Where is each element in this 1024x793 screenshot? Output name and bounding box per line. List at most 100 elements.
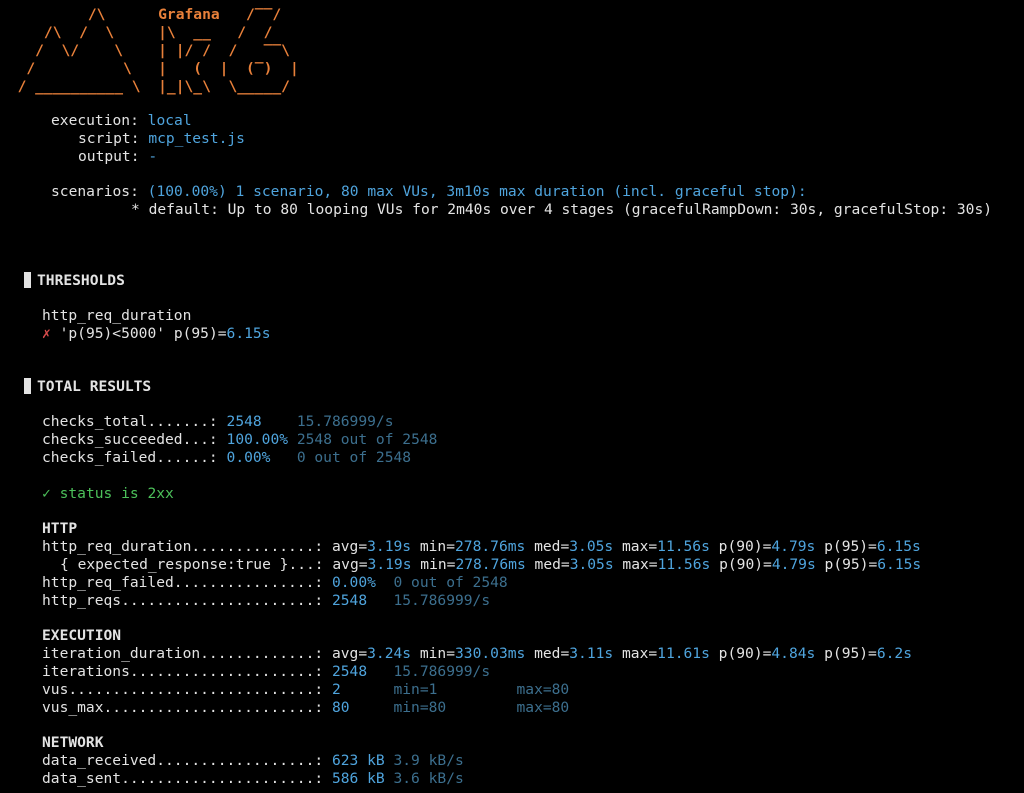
- stat-value: 3.05s: [569, 556, 614, 573]
- script-row: script: mcp_test.js: [78, 130, 245, 148]
- stat-label: min=: [420, 556, 456, 573]
- metric-row-vus-max: vus_max........................: 80 min=…: [42, 699, 569, 717]
- scenarios-value: (100.00%) 1 scenario, 80 max VUs, 3m10s …: [147, 183, 807, 200]
- metric-max: max=80: [516, 681, 570, 698]
- http-heading: HTTP: [42, 520, 78, 537]
- stat-value: 6.15s: [877, 556, 922, 573]
- metric-name: checks_succeeded...:: [42, 431, 218, 448]
- stat-label: med=: [534, 645, 570, 662]
- stat-label: max=: [622, 556, 658, 573]
- metric-value: 0.00%: [226, 449, 271, 466]
- stat-value: 3.19s: [367, 556, 412, 573]
- metric-row-iterations: iterations.....................: 2548 15…: [42, 663, 490, 681]
- metric-row-checks-succeeded: checks_succeeded...: 100.00% 2548 out of…: [42, 431, 437, 449]
- metric-max: max=80: [516, 699, 570, 716]
- stat-value: 3.05s: [569, 538, 614, 555]
- metric-extra: 3.9 kB/s: [393, 752, 464, 769]
- metric-extra: 3.6 kB/s: [393, 770, 464, 787]
- metric-value: 2: [331, 681, 341, 698]
- stat-value: 278.76ms: [455, 556, 526, 573]
- threshold-result-row: ✗ 'p(95)<5000' p(95)=6.15s: [42, 325, 270, 343]
- threshold-metric: http_req_duration: [42, 307, 192, 324]
- metric-min: min=80: [393, 699, 447, 716]
- stat-label: max=: [622, 645, 658, 662]
- stat-label: p(90)=: [718, 645, 772, 662]
- stat-value: 11.56s: [657, 556, 711, 573]
- metric-value: 2548: [331, 663, 368, 680]
- k6-logo-line: /\ / \ |\ __ / /: [0, 24, 273, 41]
- metric-name: { expected_response:true }...:: [60, 556, 324, 573]
- metric-row-http-reqs: http_reqs......................: 2548 15…: [42, 592, 490, 610]
- terminal-window[interactable]: /\ Grafana /‾‾/ /\ / \ |\ __ / / / \/ \ …: [0, 0, 1024, 793]
- stat-label: med=: [534, 556, 570, 573]
- stat-value: 6.2s: [876, 645, 912, 662]
- stat-value: 330.03ms: [455, 645, 526, 662]
- scenarios-row: scenarios: (100.00%) 1 scenario, 80 max …: [51, 183, 807, 201]
- status-check-row: ✓ status is 2xx: [42, 485, 174, 503]
- metric-row-iteration-duration: iteration_duration.............: avg=3.2…: [42, 645, 912, 663]
- metric-row-vus: vus............................: 2 min=1…: [42, 681, 569, 699]
- stat-value: 4.79s: [771, 538, 816, 555]
- section-marker: [24, 378, 31, 394]
- stat-value: 3.11s: [569, 645, 614, 662]
- thresholds-heading: THRESHOLDS: [24, 272, 125, 290]
- stat-value: 3.24s: [367, 645, 412, 662]
- network-heading: NETWORK: [42, 734, 104, 751]
- execution-label: execution:: [51, 112, 139, 129]
- stat-value: 11.56s: [657, 538, 710, 555]
- metric-name: data_received..................:: [42, 752, 324, 769]
- stat-value: 4.84s: [771, 645, 816, 662]
- execution-heading: EXECUTION: [42, 627, 122, 644]
- metric-name: checks_failed......:: [42, 449, 218, 466]
- metric-value: 623 kB: [331, 752, 385, 769]
- output-label: output:: [78, 148, 140, 165]
- metric-value: 2548: [226, 413, 262, 430]
- fail-icon: ✗: [42, 325, 51, 342]
- stat-value: 3.19s: [367, 538, 412, 555]
- metric-name: vus_max........................:: [42, 699, 324, 716]
- k6-logo-line: / \ | ( | (‾) |: [0, 60, 299, 77]
- execution-row: execution: local: [51, 112, 192, 130]
- stat-label: avg=: [331, 645, 368, 662]
- script-value: mcp_test.js: [148, 130, 245, 147]
- stat-label: p(90)=: [719, 556, 772, 573]
- total-results-heading: TOTAL RESULTS: [24, 378, 151, 396]
- stat-label: avg=: [332, 556, 368, 573]
- status-check-label: status is 2xx: [59, 485, 174, 502]
- output-row: output: -: [78, 148, 157, 166]
- stat-label: max=: [622, 538, 658, 555]
- metric-extra: 15.786999/s: [296, 413, 394, 430]
- k6-logo-line: / __________ \ |_|\_\ \_____/: [0, 78, 290, 95]
- metric-value: 0.00%: [331, 574, 376, 591]
- metric-value: 100.00%: [226, 431, 289, 448]
- scenarios-label: scenarios:: [51, 183, 139, 200]
- stat-value: 11.61s: [657, 645, 710, 662]
- stat-value: 6.15s: [876, 538, 921, 555]
- metric-name: data_sent......................:: [42, 770, 324, 787]
- output-value: -: [148, 148, 158, 165]
- metric-extra: 0 out of 2548: [393, 574, 508, 591]
- metric-name: iterations.....................:: [42, 663, 324, 680]
- thresholds-title: THRESHOLDS: [37, 272, 125, 289]
- metric-extra: 15.786999/s: [393, 663, 491, 680]
- k6-logo-line: / \/ \ | |/ / / ‾‾\: [0, 42, 290, 59]
- metric-value: 80: [331, 699, 350, 716]
- execution-value: local: [147, 112, 192, 129]
- threshold-result-label: p(95)=: [173, 325, 227, 342]
- metric-row-expected-response: { expected_response:true }...: avg=3.19s…: [60, 556, 921, 574]
- stat-label: p(95)=: [824, 645, 877, 662]
- metric-value: 586 kB: [331, 770, 385, 787]
- stat-value: 278.76ms: [455, 538, 526, 555]
- threshold-rule: 'p(95)<5000': [59, 325, 166, 342]
- metric-name: http_reqs......................:: [42, 592, 324, 609]
- total-results-title: TOTAL RESULTS: [37, 378, 152, 395]
- stat-label: p(95)=: [824, 556, 878, 573]
- metric-name: vus............................:: [42, 681, 324, 698]
- metric-name: http_req_failed................:: [42, 574, 324, 591]
- metric-name: iteration_duration.............:: [42, 645, 324, 662]
- stat-label: min=: [419, 538, 456, 555]
- stat-label: avg=: [331, 538, 368, 555]
- metric-value: 2548: [331, 592, 368, 609]
- stat-value: 4.79s: [771, 556, 816, 573]
- metric-name: checks_total.......:: [42, 413, 218, 430]
